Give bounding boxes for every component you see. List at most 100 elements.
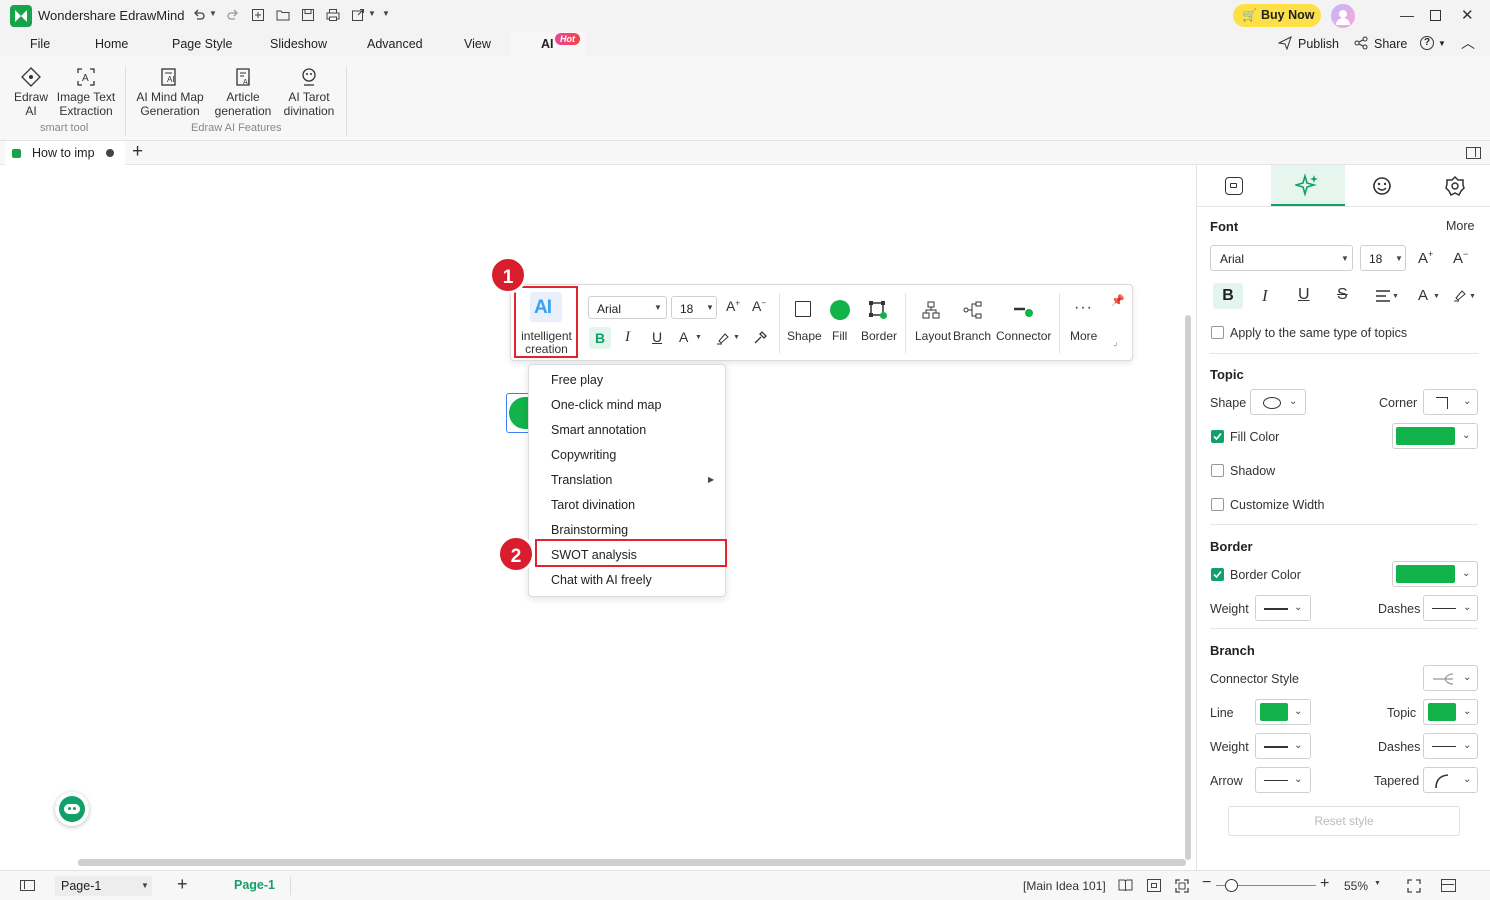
chevron-down-icon[interactable]: ▼ bbox=[1469, 293, 1476, 300]
menu-item-brainstorming[interactable]: Brainstorming bbox=[551, 523, 628, 537]
panel-toggle-icon[interactable] bbox=[1466, 147, 1481, 159]
arrow-select[interactable]: ⌄ bbox=[1255, 767, 1311, 793]
font-grow-icon[interactable]: A+ bbox=[726, 298, 740, 314]
fit-page-icon[interactable] bbox=[1147, 879, 1161, 892]
increase-font-icon[interactable]: A+ bbox=[1418, 249, 1433, 267]
image-text-extraction-button[interactable]: A Image Text Extraction bbox=[55, 66, 117, 118]
chevron-down-icon[interactable]: ▼ bbox=[1433, 293, 1440, 300]
collapse-ribbon-icon[interactable]: ︿ bbox=[1461, 33, 1475, 53]
panel-strikethrough-icon[interactable]: S bbox=[1337, 286, 1348, 304]
shadow-checkbox[interactable] bbox=[1211, 464, 1224, 477]
bold-icon[interactable]: B bbox=[589, 327, 611, 349]
menu-item-smart-annotation[interactable]: Smart annotation bbox=[551, 423, 646, 437]
tapered-select[interactable]: ⌄ bbox=[1423, 767, 1478, 793]
share-button[interactable]: Share bbox=[1374, 37, 1407, 51]
border-weight-select[interactable]: ⌄ bbox=[1255, 595, 1311, 621]
panel-align-icon[interactable] bbox=[1375, 290, 1391, 302]
border-dashes-select[interactable]: ⌄ bbox=[1423, 595, 1478, 621]
menu-item-translation[interactable]: Translation bbox=[551, 473, 612, 487]
ai-assistant-bot-icon[interactable] bbox=[55, 792, 89, 826]
reset-style-button[interactable]: Reset style bbox=[1228, 806, 1460, 836]
menu-item-tarot-divination[interactable]: Tarot divination bbox=[551, 498, 635, 512]
new-file-icon[interactable] bbox=[251, 8, 265, 22]
print-icon[interactable] bbox=[326, 8, 340, 22]
branch-tool-button[interactable]: Branch bbox=[953, 299, 995, 354]
line-color-picker[interactable]: ⌄ bbox=[1255, 699, 1311, 725]
new-tab-button[interactable]: + bbox=[132, 141, 143, 163]
zoom-out-button[interactable]: − bbox=[1202, 874, 1211, 892]
article-generation-button[interactable]: AI Article generation bbox=[212, 66, 274, 118]
book-view-icon[interactable] bbox=[1118, 879, 1133, 892]
resize-corner-icon[interactable]: ⌟ bbox=[1113, 337, 1118, 348]
menu-home[interactable]: Home bbox=[95, 37, 128, 51]
border-color-checkbox[interactable] bbox=[1211, 568, 1224, 581]
undo-dropdown-icon[interactable]: ▼ bbox=[209, 9, 217, 18]
decrease-font-icon[interactable]: A− bbox=[1453, 249, 1468, 267]
chevron-down-icon[interactable]: ▼ bbox=[695, 334, 702, 341]
branch-dashes-select[interactable]: ⌄ bbox=[1423, 733, 1478, 759]
menu-ai-tab[interactable]: AI Hot bbox=[511, 32, 585, 56]
export-icon[interactable] bbox=[351, 8, 365, 22]
shape-tool-button[interactable]: Shape bbox=[783, 299, 823, 354]
layout-tool-button[interactable]: Layout bbox=[911, 299, 951, 354]
collapse-panel-icon[interactable] bbox=[1441, 879, 1456, 892]
panel-tab-page[interactable] bbox=[1197, 165, 1271, 206]
help-dropdown-icon[interactable]: ▼ bbox=[1438, 39, 1446, 48]
more-quick-icon[interactable]: ▼ bbox=[382, 9, 390, 18]
menu-item-chat-with-ai[interactable]: Chat with AI freely bbox=[551, 573, 652, 587]
edraw-ai-button[interactable]: Edraw AI bbox=[10, 66, 52, 118]
font-color-icon[interactable]: A bbox=[679, 329, 688, 345]
font-size-select[interactable]: 18 ▼ bbox=[1360, 245, 1406, 271]
fit-screen-icon[interactable] bbox=[1175, 879, 1189, 893]
menu-item-copywriting[interactable]: Copywriting bbox=[551, 448, 616, 462]
panel-highlighter-icon[interactable] bbox=[1453, 288, 1467, 302]
panel-tab-style[interactable] bbox=[1271, 165, 1345, 206]
user-avatar[interactable] bbox=[1331, 4, 1355, 28]
menu-item-free-play[interactable]: Free play bbox=[551, 373, 603, 387]
chevron-down-icon[interactable]: ▼ bbox=[733, 334, 740, 341]
font-family-select[interactable]: Arial ▼ bbox=[1210, 245, 1353, 271]
unsaved-dot-icon[interactable] bbox=[106, 149, 114, 157]
zoom-in-button[interactable]: + bbox=[1320, 875, 1329, 893]
zoom-level[interactable]: 55% bbox=[1344, 879, 1368, 893]
more-tool-button[interactable]: ··· More bbox=[1067, 299, 1103, 354]
font-shrink-icon[interactable]: A− bbox=[752, 298, 766, 314]
minimize-window-icon[interactable]: — bbox=[1400, 7, 1414, 23]
pin-icon[interactable]: 📌 bbox=[1111, 294, 1125, 307]
menu-advanced[interactable]: Advanced bbox=[367, 37, 423, 51]
page-tab-1[interactable]: Page-1 bbox=[234, 878, 275, 892]
doc-tab[interactable]: How to imp bbox=[5, 141, 125, 165]
connector-style-select[interactable]: ⌄ bbox=[1423, 665, 1478, 691]
fill-tool-button[interactable]: Fill bbox=[826, 299, 856, 354]
chevron-down-icon[interactable]: ▼ bbox=[1374, 880, 1381, 887]
close-window-icon[interactable]: ✕ bbox=[1461, 6, 1474, 24]
chevron-down-icon[interactable]: ▼ bbox=[1392, 293, 1399, 300]
customize-width-checkbox[interactable] bbox=[1211, 498, 1224, 511]
fill-color-checkbox[interactable] bbox=[1211, 430, 1224, 443]
help-icon[interactable]: ? bbox=[1420, 36, 1434, 50]
ai-tarot-button[interactable]: AI Tarot divination bbox=[278, 66, 340, 118]
panel-tab-theme[interactable] bbox=[1419, 165, 1490, 206]
menu-file[interactable]: File bbox=[30, 37, 50, 51]
border-color-picker[interactable]: ⌄ bbox=[1392, 561, 1478, 587]
add-page-button[interactable]: + bbox=[177, 874, 188, 895]
menu-page-style[interactable]: Page Style bbox=[172, 37, 232, 51]
panel-italic-icon[interactable]: I bbox=[1262, 286, 1268, 306]
vertical-scrollbar[interactable] bbox=[1185, 315, 1191, 860]
menu-view[interactable]: View bbox=[464, 37, 491, 51]
page-select[interactable]: Page-1 ▼ bbox=[55, 876, 152, 896]
menu-slideshow[interactable]: Slideshow bbox=[270, 37, 327, 51]
maximize-window-icon[interactable] bbox=[1430, 10, 1441, 21]
export-dropdown-icon[interactable]: ▼ bbox=[368, 9, 376, 18]
page-panel-toggle-icon[interactable] bbox=[20, 880, 35, 891]
ai-mind-map-button[interactable]: AI AI Mind Map Generation bbox=[132, 66, 208, 118]
font-more-link[interactable]: More bbox=[1446, 219, 1474, 233]
publish-button[interactable]: Publish bbox=[1298, 37, 1339, 51]
save-icon[interactable] bbox=[301, 8, 315, 22]
fill-color-picker[interactable]: ⌄ bbox=[1392, 423, 1478, 449]
underline-icon[interactable]: U bbox=[652, 329, 662, 345]
apply-same-type-checkbox[interactable] bbox=[1211, 326, 1224, 339]
italic-icon[interactable]: I bbox=[625, 329, 630, 346]
menu-item-one-click-mind-map[interactable]: One-click mind map bbox=[551, 398, 661, 412]
topic-shape-select[interactable]: ⌄ bbox=[1250, 389, 1306, 415]
